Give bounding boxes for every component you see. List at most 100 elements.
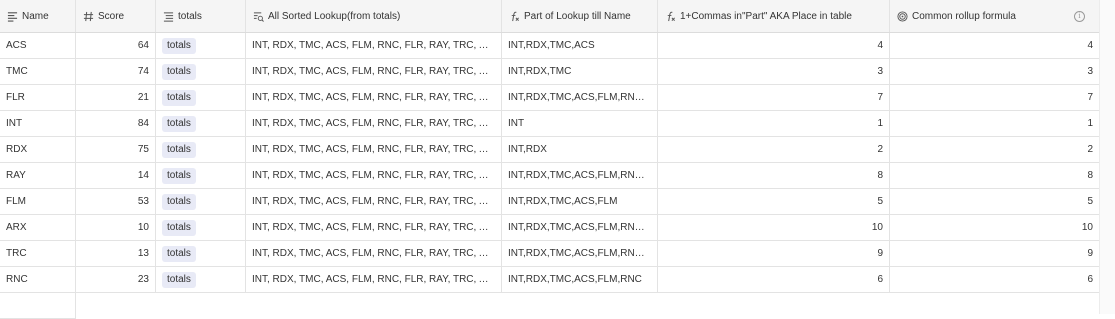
column-header-place[interactable]: 1+Commas in"Part" AKA Place in table [658,0,890,32]
cell-lookup[interactable]: INT, RDX, TMC, ACS, FLM, RNC, FLR, RAY, … [246,241,502,266]
table-row[interactable]: ARX 10 totals INT, RDX, TMC, ACS, FLM, R… [0,215,1100,241]
cell-lookup[interactable]: INT, RDX, TMC, ACS, FLM, RNC, FLR, RAY, … [246,163,502,188]
cell-totals[interactable]: totals [156,215,246,240]
totals-link-chip[interactable]: totals [162,167,196,184]
cell-part[interactable]: INT,RDX,TMC,ACS,FLM,RNC,F... [502,215,658,240]
cell-rollup[interactable]: 3 [890,59,1100,84]
cell-part[interactable]: INT,RDX,TMC,ACS,FLM,RNC,F... [502,241,658,266]
column-header-rollup[interactable]: Common rollup formula i [890,0,1100,32]
cell-totals[interactable]: totals [156,137,246,162]
cell-part[interactable]: INT,RDX,TMC [502,59,658,84]
cell-rollup[interactable]: 1 [890,111,1100,136]
cell-part[interactable]: INT,RDX,TMC,ACS,FLM [502,189,658,214]
cell-part[interactable]: INT,RDX,TMC,ACS [502,33,658,58]
cell-name[interactable]: ACS [0,33,76,58]
column-header-part[interactable]: Part of Lookup till Name [502,0,658,32]
vertical-scrollbar[interactable] [1099,0,1115,314]
cell-lookup[interactable]: INT, RDX, TMC, ACS, FLM, RNC, FLR, RAY, … [246,59,502,84]
cell-rollup[interactable]: 10 [890,215,1100,240]
cell-lookup[interactable]: INT, RDX, TMC, ACS, FLM, RNC, FLR, RAY, … [246,267,502,292]
table-row[interactable]: RNC 23 totals INT, RDX, TMC, ACS, FLM, R… [0,267,1100,293]
cell-totals[interactable]: totals [156,33,246,58]
cell-score[interactable]: 10 [76,215,156,240]
table-row[interactable]: ACS 64 totals INT, RDX, TMC, ACS, FLM, R… [0,33,1100,59]
table-row[interactable]: RAY 14 totals INT, RDX, TMC, ACS, FLM, R… [0,163,1100,189]
cell-score[interactable]: 64 [76,33,156,58]
cell-score[interactable]: 13 [76,241,156,266]
cell-place[interactable]: 6 [658,267,890,292]
cell-name[interactable]: RDX [0,137,76,162]
totals-link-chip[interactable]: totals [162,63,196,80]
info-icon[interactable]: i [1074,10,1085,22]
cell-score[interactable]: 14 [76,163,156,188]
cell-place[interactable]: 1 [658,111,890,136]
cell-name[interactable]: ARX [0,215,76,240]
cell-score[interactable]: 21 [76,85,156,110]
cell-totals[interactable]: totals [156,189,246,214]
cell-rollup[interactable]: 4 [890,33,1100,58]
cell-score[interactable]: 53 [76,189,156,214]
cell-totals[interactable]: totals [156,59,246,84]
empty-row[interactable] [0,293,1100,319]
cell-totals[interactable]: totals [156,163,246,188]
cell-name[interactable]: TRC [0,241,76,266]
totals-link-chip[interactable]: totals [162,37,196,54]
totals-link-chip[interactable]: totals [162,271,196,288]
totals-link-chip[interactable]: totals [162,193,196,210]
cell-lookup[interactable]: INT, RDX, TMC, ACS, FLM, RNC, FLR, RAY, … [246,85,502,110]
cell-lookup[interactable]: INT, RDX, TMC, ACS, FLM, RNC, FLR, RAY, … [246,215,502,240]
cell-totals[interactable]: totals [156,111,246,136]
table-row[interactable]: FLR 21 totals INT, RDX, TMC, ACS, FLM, R… [0,85,1100,111]
cell-place[interactable]: 8 [658,163,890,188]
cell-score[interactable]: 75 [76,137,156,162]
cell-totals[interactable]: totals [156,241,246,266]
totals-link-chip[interactable]: totals [162,115,196,132]
table-row[interactable]: TRC 13 totals INT, RDX, TMC, ACS, FLM, R… [0,241,1100,267]
totals-link-chip[interactable]: totals [162,219,196,236]
cell-name[interactable]: FLM [0,189,76,214]
table-row[interactable]: FLM 53 totals INT, RDX, TMC, ACS, FLM, R… [0,189,1100,215]
column-header-score[interactable]: Score [76,0,156,32]
cell-part[interactable]: INT,RDX,TMC,ACS,FLM,RNC [502,267,658,292]
table-row[interactable]: TMC 74 totals INT, RDX, TMC, ACS, FLM, R… [0,59,1100,85]
cell-name[interactable]: TMC [0,59,76,84]
cell-totals[interactable]: totals [156,267,246,292]
cell-place[interactable]: 9 [658,241,890,266]
cell-place[interactable]: 4 [658,33,890,58]
cell-rollup[interactable]: 5 [890,189,1100,214]
cell-place[interactable]: 3 [658,59,890,84]
cell-rollup[interactable]: 9 [890,241,1100,266]
totals-link-chip[interactable]: totals [162,89,196,106]
table-row[interactable]: RDX 75 totals INT, RDX, TMC, ACS, FLM, R… [0,137,1100,163]
cell-name[interactable]: INT [0,111,76,136]
totals-link-chip[interactable]: totals [162,245,196,262]
cell-rollup[interactable]: 2 [890,137,1100,162]
cell-part[interactable]: INT,RDX,TMC,ACS,FLM,RNC,FLR [502,85,658,110]
cell-place[interactable]: 10 [658,215,890,240]
cell-part[interactable]: INT,RDX,TMC,ACS,FLM,RNC,F... [502,163,658,188]
cell-place[interactable]: 7 [658,85,890,110]
cell-score[interactable]: 23 [76,267,156,292]
column-header-totals[interactable]: totals [156,0,246,32]
cell-rollup[interactable]: 7 [890,85,1100,110]
cell-place[interactable]: 5 [658,189,890,214]
cell-score[interactable]: 84 [76,111,156,136]
cell-rollup[interactable]: 6 [890,267,1100,292]
cell-lookup[interactable]: INT, RDX, TMC, ACS, FLM, RNC, FLR, RAY, … [246,137,502,162]
column-header-lookup[interactable]: All Sorted Lookup(from totals) [246,0,502,32]
cell-lookup[interactable]: INT, RDX, TMC, ACS, FLM, RNC, FLR, RAY, … [246,189,502,214]
cell-score[interactable]: 74 [76,59,156,84]
cell-totals[interactable]: totals [156,85,246,110]
cell-name[interactable]: RAY [0,163,76,188]
cell-lookup[interactable]: INT, RDX, TMC, ACS, FLM, RNC, FLR, RAY, … [246,33,502,58]
cell-name[interactable]: FLR [0,85,76,110]
column-header-name[interactable]: Name [0,0,76,32]
totals-link-chip[interactable]: totals [162,141,196,158]
cell-name[interactable]: RNC [0,267,76,292]
cell-lookup[interactable]: INT, RDX, TMC, ACS, FLM, RNC, FLR, RAY, … [246,111,502,136]
table-row[interactable]: INT 84 totals INT, RDX, TMC, ACS, FLM, R… [0,111,1100,137]
cell-rollup[interactable]: 8 [890,163,1100,188]
cell-part[interactable]: INT [502,111,658,136]
cell-place[interactable]: 2 [658,137,890,162]
cell-part[interactable]: INT,RDX [502,137,658,162]
